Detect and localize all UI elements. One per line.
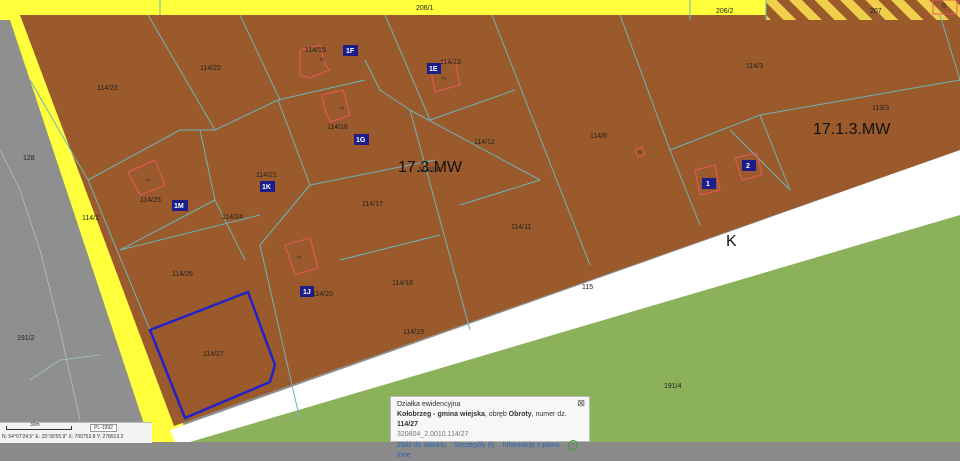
parcel-label: 114/25 [140,197,161,204]
popup-text: , numer dz. [531,411,567,418]
parcel-label: 114/23 [97,85,118,92]
zone-label: 17.1.3.MW [813,121,891,138]
svg-text:2: 2 [746,163,750,170]
parcel-label: 114/22 [200,65,221,72]
popup-links: Zbliż do obiektu Szczegóły (I) Informacj… [397,440,583,461]
parcel-label: 114/19 [403,329,424,336]
hatched-area [766,0,960,20]
details-link[interactable]: Szczegóły (I) [454,442,494,449]
parcel-label: 114/6 [590,133,607,140]
parcel-label: 128 [23,155,35,162]
popup-district: Obroty [508,411,532,418]
projection-select[interactable]: PL-1992 [90,424,117,432]
building-label: m [638,150,642,156]
popup-parcel-id: 320804_2.0010.114/27 [397,431,469,438]
parcel-label: 114/11 [511,224,531,231]
building-label: m [146,178,150,184]
parcel-label: 114/13 [440,59,461,66]
popup-text: , obręb [484,411,509,418]
close-icon[interactable]: ⊠ [577,398,585,408]
parcel-label: 114/15 [305,47,326,54]
parcel-label: 207 [870,8,882,15]
scale-distance: 30m [30,422,40,428]
building-tag[interactable]: 2 [742,160,756,171]
building-label: m [320,57,324,63]
svg-text:1J: 1J [303,289,311,296]
svg-text:1: 1 [706,181,710,188]
popup-parcel-line: Kołobrzeg - gmina wiejska, obręb Obroty,… [397,410,583,430]
building-tag[interactable]: 1K [260,181,275,192]
svg-text:1M: 1M [174,203,184,210]
parcel-label: 206/2 [716,8,734,15]
parcel-label: 114/3 [746,63,763,70]
building-tag[interactable]: 1 [702,178,716,189]
parcel-label: 114/17 [362,201,383,208]
parcel-label: 114/26 [172,271,193,278]
svg-text:1F: 1F [346,48,355,55]
svg-text:1E: 1E [429,66,438,73]
parcel-label: 114/16 [327,124,348,131]
zone-label: K [726,233,737,250]
parcel-label: 191/4 [664,383,682,390]
parcel-label: 115 [582,284,593,291]
building-tag[interactable]: 1M [172,200,188,211]
popup-municipality: Kołobrzeg - gmina wiejska [397,411,485,418]
svg-text:1G: 1G [356,137,366,144]
popup-parcel-number: 114/27 [397,421,419,428]
building-tag[interactable]: 1F [343,45,358,56]
zone-label: 17.3.MW [398,159,463,176]
parcel-label: 114/1 [82,215,99,222]
parcel-label: 114/20 [312,291,333,298]
coordinates-readout: N: 54°07'24.5" E: 15°36'55.9" X: 700753.… [2,434,124,440]
other-label: Inne [397,451,411,459]
popup-title: Działka ewidencyjna [397,401,461,408]
building-tag[interactable]: 1G [354,134,369,145]
parcel-label: 114/21 [256,172,277,179]
parcel-label: 0 [942,3,946,10]
svg-text:1K: 1K [262,184,271,191]
scale-bar: 30m PL-1992 N: 54°07'24.5" E: 15°36'55.9… [0,422,152,443]
parcel-label: 191/2 [17,335,35,342]
building-tag[interactable]: 1E [427,63,441,74]
building-label: m [442,76,446,82]
zoom-to-object-link[interactable]: Zbliż do obiektu [397,442,446,449]
plan-info-link[interactable]: Informacje z planu [502,442,559,449]
parcel-label: 114/27 [203,351,224,358]
parcel-info-popup: ⊠ Działka ewidencyjna Kołobrzeg - gmina … [390,396,590,459]
parcel-label: 113/3 [872,105,889,112]
building-label: m [297,255,301,261]
map-canvas[interactable]: m m m m m m 1F 1E 1G 1K 1M 1J 1 2 206/1 … [0,0,960,442]
parcel-label: 114/12 [474,139,495,146]
parcel-label: 114/24 [222,214,243,221]
parcel-label: 114/18 [392,280,413,287]
building-label: m [340,106,344,112]
parcel-label: 206/1 [416,5,434,12]
